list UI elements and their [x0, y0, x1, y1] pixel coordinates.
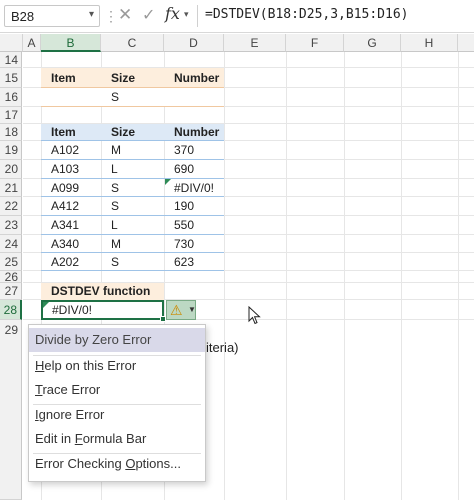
row-header-23[interactable]: 23	[0, 216, 22, 235]
column-header-c[interactable]: C	[101, 34, 164, 52]
data-header-item[interactable]: Item	[41, 124, 101, 141]
table-cell[interactable]: 550	[164, 216, 224, 235]
cell-text-partial: iteria)	[206, 340, 239, 355]
menu-item-accelerator: F	[74, 431, 83, 446]
menu-item-label: Edit in	[35, 431, 75, 446]
table-cell[interactable]: A412	[41, 197, 101, 216]
result-value: #DIV/0!	[52, 303, 93, 317]
fx-icon[interactable]: fx	[165, 4, 180, 23]
row-header-19[interactable]: 19	[0, 141, 22, 160]
table-cell[interactable]: A103	[41, 160, 101, 179]
menu-item-trace-error[interactable]: Trace Error	[29, 378, 205, 402]
formula-bar: B28 ▾ ⋮ ✕ ✓ fx ▾ =DSTDEV(B18:D25,3,B15:D…	[0, 0, 474, 33]
grid-line	[286, 52, 287, 500]
column-header-d[interactable]: D	[164, 34, 224, 52]
row-header-26[interactable]: 26	[0, 271, 22, 283]
column-header-a[interactable]: A	[23, 34, 41, 52]
grid-line	[401, 52, 402, 500]
select-all-corner[interactable]	[0, 34, 23, 52]
column-header-b[interactable]: B	[41, 34, 101, 52]
row-header-27[interactable]: 27	[0, 283, 22, 300]
column-header-h[interactable]: H	[401, 34, 458, 52]
menu-item-accelerator: H	[35, 358, 45, 373]
table-cell[interactable]: 623	[164, 253, 224, 271]
error-options-button[interactable]: ⚠ ▼	[166, 300, 196, 320]
table-cell[interactable]: A340	[41, 235, 101, 253]
table-cell[interactable]: A341	[41, 216, 101, 235]
error-indicator-icon	[43, 302, 49, 308]
warning-icon: ⚠	[170, 302, 183, 318]
menu-item-label: gnore Error	[38, 407, 105, 422]
active-cell[interactable]: #DIV/0!	[41, 300, 164, 320]
menu-item-help-on-error[interactable]: Help on this Error	[29, 354, 205, 378]
row-header-25[interactable]: 25	[0, 253, 22, 271]
column-header-f[interactable]: F	[286, 34, 344, 52]
criteria-cell-item[interactable]	[41, 88, 101, 107]
menu-item-label: ptions...	[135, 456, 181, 471]
criteria-cell-size[interactable]: S	[101, 88, 164, 107]
table-cell[interactable]: A102	[41, 141, 101, 160]
menu-item-label: Error Checking	[35, 456, 126, 471]
result-label[interactable]: DSTDEV function	[41, 283, 164, 300]
mouse-pointer-icon	[248, 306, 261, 325]
row-header-29[interactable]: 29	[0, 320, 22, 500]
table-cell[interactable]: M	[101, 141, 164, 160]
table-cell[interactable]: S	[101, 197, 164, 216]
table-cell[interactable]: M	[101, 235, 164, 253]
menu-item-label: race Error	[42, 382, 101, 397]
table-cell[interactable]: A099	[41, 179, 101, 197]
row-header-21[interactable]: 21	[0, 179, 22, 197]
menu-item-edit-in-formula-bar[interactable]: Edit in Formula Bar	[29, 427, 205, 451]
table-cell[interactable]: 730	[164, 235, 224, 253]
data-header-number[interactable]: Number	[164, 124, 224, 141]
data-header-size[interactable]: Size	[101, 124, 164, 141]
table-cell[interactable]: S	[101, 253, 164, 271]
table-cell[interactable]: L	[101, 160, 164, 179]
criteria-cell-number[interactable]	[164, 88, 224, 107]
table-cell-error[interactable]: #DIV/0!	[164, 179, 224, 197]
table-cell[interactable]: 690	[164, 160, 224, 179]
table-cell[interactable]: 370	[164, 141, 224, 160]
chevron-down-icon[interactable]: ▾	[89, 9, 94, 20]
menu-title-divide-by-zero: Divide by Zero Error	[29, 328, 205, 352]
grid-line	[224, 52, 225, 500]
divider	[197, 5, 198, 27]
table-cell[interactable]: 190	[164, 197, 224, 216]
menu-item-label: elp on this Error	[44, 358, 137, 373]
menu-item-label: ormula Bar	[82, 431, 147, 446]
error-options-menu: Divide by Zero Error Help on this Error …	[28, 324, 206, 482]
more-options-icon: ⋮	[104, 8, 119, 24]
menu-item-error-checking-options[interactable]: Error Checking Options...	[29, 452, 205, 476]
checkmark-icon[interactable]: ✓	[142, 5, 155, 25]
row-header-17[interactable]: 17	[0, 107, 22, 124]
criteria-header-size[interactable]: Size	[101, 68, 164, 88]
row-header-14[interactable]: 14	[0, 52, 22, 68]
column-header-overflow	[458, 34, 474, 52]
criteria-header-item[interactable]: Item	[41, 68, 101, 88]
row-header-22[interactable]: 22	[0, 197, 22, 216]
row-header-24[interactable]: 24	[0, 235, 22, 253]
formula-input[interactable]: =DSTDEV(B18:D25,3,B15:D16)	[205, 7, 409, 22]
chevron-down-icon[interactable]: ▾	[184, 9, 189, 20]
row-header-16[interactable]: 16	[0, 88, 22, 107]
column-header-e[interactable]: E	[224, 34, 286, 52]
column-header-g[interactable]: G	[344, 34, 401, 52]
table-cell[interactable]: A202	[41, 253, 101, 271]
table-cell[interactable]: S	[101, 179, 164, 197]
close-icon[interactable]: ✕	[118, 5, 132, 25]
row-header-15[interactable]: 15	[0, 68, 22, 88]
menu-item-accelerator: O	[125, 456, 136, 471]
name-box-value: B28	[11, 9, 35, 24]
row-header-18[interactable]: 18	[0, 124, 22, 141]
table-cell[interactable]: L	[101, 216, 164, 235]
grid-line	[344, 52, 345, 500]
menu-item-ignore-error[interactable]: Ignore Error	[29, 403, 205, 427]
error-indicator-icon	[165, 179, 171, 185]
row-header-28[interactable]: 28	[0, 300, 22, 320]
chevron-down-icon: ▼	[188, 305, 196, 314]
grid-line	[458, 52, 459, 500]
name-box[interactable]: B28 ▾	[4, 5, 100, 27]
row-header-20[interactable]: 20	[0, 160, 22, 179]
criteria-header-number[interactable]: Number	[164, 68, 224, 88]
